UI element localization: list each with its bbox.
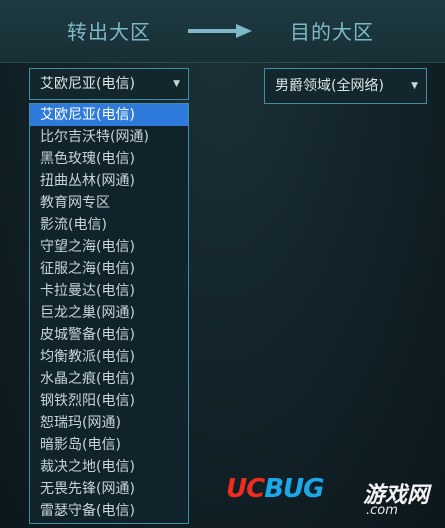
region-option[interactable]: 雷瑟守备(电信) [30,500,188,522]
region-option[interactable]: 守望之海(电信) [30,236,188,258]
region-option[interactable]: 裁决之地(电信) [30,456,188,478]
target-region-select[interactable]: 男爵领域(全网络) ▼ [264,68,427,104]
region-option[interactable]: 征服之海(电信) [30,258,188,280]
region-option[interactable]: 教育网专区 [30,192,188,214]
region-option[interactable]: 艾欧尼亚(电信) [30,104,188,126]
source-region-title: 转出大区 [67,20,151,44]
source-region-value: 艾欧尼亚(电信) [40,76,135,92]
region-option[interactable]: 扭曲丛林(网通) [30,170,188,192]
caret-down-icon: ▼ [173,79,180,89]
source-region-select[interactable]: 艾欧尼亚(电信) ▼ [29,68,189,100]
watermark-logo: UCBUG [226,474,324,504]
region-option[interactable]: 均衡教派(电信) [30,346,188,368]
region-option[interactable]: 皮城警备(电信) [30,324,188,346]
region-option[interactable]: 巨龙之巢(网通) [30,302,188,324]
region-option[interactable]: 恕瑞玛(网通) [30,412,188,434]
site-watermark: UCBUG 游戏网 .com [226,470,441,522]
source-region-dropdown: 艾欧尼亚(电信) 比尔吉沃特(网通) 黑色玫瑰(电信) 扭曲丛林(网通) 教育网… [29,103,189,524]
region-option[interactable]: 黑色玫瑰(电信) [30,148,188,170]
header-bar: 转出大区 目的大区 [0,0,445,63]
region-option[interactable]: 卡拉曼达(电信) [30,280,188,302]
region-option[interactable]: 影流(电信) [30,214,188,236]
region-option[interactable]: 水晶之痕(电信) [30,368,188,390]
target-region-value: 男爵领域(全网络) [275,78,384,94]
caret-down-icon: ▼ [411,81,418,91]
region-option[interactable]: 无畏先锋(网通) [30,478,188,500]
target-region-title: 目的大区 [290,20,374,44]
region-option[interactable]: 暗影岛(电信) [30,434,188,456]
watermark-domain: .com [366,503,398,518]
region-option[interactable]: 钢铁烈阳(电信) [30,390,188,412]
arrow-right-icon [188,24,252,38]
region-option[interactable]: 比尔吉沃特(网通) [30,126,188,148]
